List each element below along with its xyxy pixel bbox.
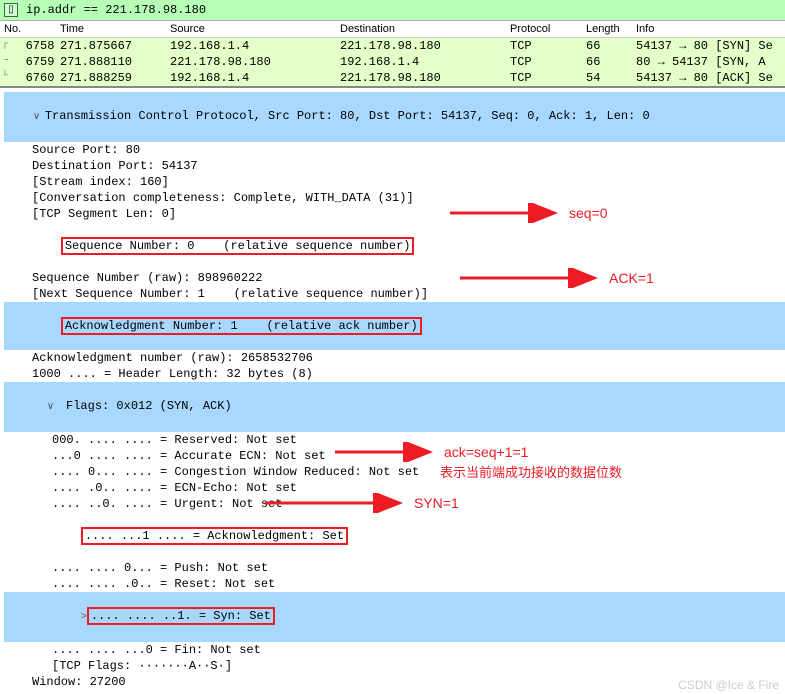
col-header-info[interactable]: Info <box>636 23 785 35</box>
cell-proto: TCP <box>510 39 586 53</box>
cell-time: 271.875667 <box>60 39 170 53</box>
detail-line[interactable]: Source Port: 80 <box>4 142 785 158</box>
flag-line[interactable]: .... .... .0.. = Reset: Not set <box>4 576 785 592</box>
cell-info: 54137 → 80 [SYN] Se <box>636 39 785 53</box>
cell-dst: 192.168.1.4 <box>340 55 510 69</box>
detail-line[interactable]: [Stream index: 160] <box>4 174 785 190</box>
detail-line[interactable]: Destination Port: 54137 <box>4 158 785 174</box>
annotation-text: SYN=1 <box>414 495 459 511</box>
cell-time: 271.888259 <box>60 71 170 85</box>
packet-row[interactable]: ┌ 6758 271.875667 192.168.1.4 221.178.98… <box>0 38 785 54</box>
col-header-proto[interactable]: Protocol <box>510 23 586 35</box>
packet-list-header: No. Time Source Destination Protocol Len… <box>0 21 785 38</box>
cell-src: 221.178.98.180 <box>170 55 340 69</box>
annotation-text: seq=0 <box>569 205 608 221</box>
cell-proto: TCP <box>510 55 586 69</box>
cell-info: 80 → 54137 [SYN, A <box>636 55 785 69</box>
flag-syn-box: .... .... ..1. = Syn: Set <box>87 607 275 625</box>
cell-dst: 221.178.98.180 <box>340 39 510 53</box>
col-header-src[interactable]: Source <box>170 23 340 35</box>
detail-line[interactable]: Sequence Number (raw): 898960222 <box>4 270 785 286</box>
packet-row[interactable]: ╶ 6759 271.888110 221.178.98.180 192.168… <box>0 54 785 70</box>
detail-line[interactable]: [TCP Flags: ·······A··S·] <box>4 658 785 674</box>
col-header-dst[interactable]: Destination <box>340 23 510 35</box>
annotation-text: ack=seq+1=1 <box>444 444 528 460</box>
annotation-text: ACK=1 <box>609 270 654 286</box>
detail-line[interactable]: [Conversation completeness: Complete, WI… <box>4 190 785 206</box>
expand-toggle[interactable]: ∨ <box>47 400 57 416</box>
cell-len: 54 <box>586 71 636 85</box>
cell-no: 6759 <box>26 55 55 69</box>
detail-line[interactable]: [Next Sequence Number: 1 (relative seque… <box>4 286 785 302</box>
cell-time: 271.888110 <box>60 55 170 69</box>
detail-line[interactable]: 1000 .... = Header Length: 32 bytes (8) <box>4 366 785 382</box>
expand-toggle[interactable]: ∨ <box>33 110 43 126</box>
cell-dst: 221.178.98.180 <box>340 71 510 85</box>
annotation-ack-upper: ACK=1 <box>455 268 654 288</box>
packet-details: ∨Transmission Control Protocol, Src Port… <box>0 88 785 694</box>
tcp-header-line[interactable]: ∨Transmission Control Protocol, Src Port… <box>4 92 785 142</box>
packet-list: No. Time Source Destination Protocol Len… <box>0 21 785 88</box>
display-filter-input[interactable] <box>24 2 781 18</box>
cell-proto: TCP <box>510 71 586 85</box>
annotation-seq: seq=0 <box>445 203 608 223</box>
detail-line[interactable]: Window: 27200 <box>4 674 785 690</box>
flag-syn-line[interactable]: >.... .... ..1. = Syn: Set <box>4 592 785 642</box>
tcp-header-text: Transmission Control Protocol, Src Port:… <box>45 109 650 123</box>
flags-header-text: Flags: 0x012 (SYN, ACK) <box>66 399 232 413</box>
packet-row[interactable]: └ 6760 271.888259 192.168.1.4 221.178.98… <box>0 70 785 86</box>
cell-src: 192.168.1.4 <box>170 71 340 85</box>
cell-len: 66 <box>586 55 636 69</box>
cell-no: 6758 <box>26 39 55 53</box>
annotation-ack-eq: ack=seq+1=1 表示当前端成功接收的数据位数 <box>330 442 622 481</box>
cell-len: 66 <box>586 39 636 53</box>
flag-line[interactable]: .... .... 0... = Push: Not set <box>4 560 785 576</box>
flag-line[interactable]: .... .... ...0 = Fin: Not set <box>4 642 785 658</box>
cell-src: 192.168.1.4 <box>170 39 340 53</box>
detail-line[interactable]: Acknowledgment number (raw): 2658532706 <box>4 350 785 366</box>
bookmark-icon[interactable]: ▯ <box>4 3 18 17</box>
ack-number-box: Acknowledgment Number: 1 (relative ack n… <box>61 317 422 335</box>
display-filter-bar: ▯ <box>0 0 785 21</box>
flag-ack-box: .... ...1 .... = Acknowledgment: Set <box>81 527 348 545</box>
watermark: CSDN @Ice & Fire <box>678 678 779 692</box>
cell-info: 54137 → 80 [ACK] Se <box>636 71 785 85</box>
annotation-syn: SYN=1 <box>260 493 459 513</box>
detail-line[interactable]: [TCP Segment Len: 0] <box>4 206 785 222</box>
seq-number-line[interactable]: Sequence Number: 0 (relative sequence nu… <box>4 222 785 270</box>
flags-header-line[interactable]: ∨ Flags: 0x012 (SYN, ACK) <box>4 382 785 432</box>
seq-number-box: Sequence Number: 0 (relative sequence nu… <box>61 237 415 255</box>
col-header-no[interactable]: No. <box>0 23 60 35</box>
flag-ack-line[interactable]: .... ...1 .... = Acknowledgment: Set <box>4 512 785 560</box>
cell-no: 6760 <box>26 71 55 85</box>
col-header-len[interactable]: Length <box>586 23 636 35</box>
col-header-time[interactable]: Time <box>60 23 170 35</box>
ack-number-line[interactable]: Acknowledgment Number: 1 (relative ack n… <box>4 302 785 350</box>
annotation-subtext: 表示当前端成功接收的数据位数 <box>440 462 622 481</box>
